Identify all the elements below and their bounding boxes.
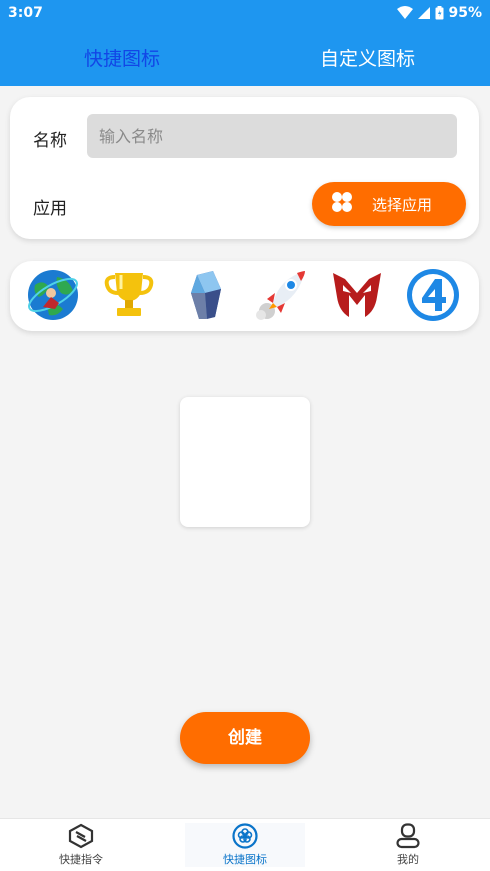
icon-picker	[10, 261, 479, 331]
select-app-button[interactable]: 选择应用	[312, 182, 466, 226]
shortcut-form-card: 名称 应用 选择应用	[10, 97, 479, 239]
status-bar: 3:07 95%	[0, 0, 490, 28]
status-icons: 95%	[397, 5, 482, 21]
status-time: 3:07	[8, 5, 43, 21]
nav-label-quick-icons: 快捷图标	[223, 853, 267, 866]
nav-item-quick-icons[interactable]: 快捷图标	[185, 823, 305, 867]
fantastic-four-icon[interactable]	[405, 267, 461, 323]
battery-percent: 95%	[448, 5, 482, 21]
top-tab-bar: 快捷图标 自定义图标	[0, 28, 490, 86]
signal-icon	[417, 6, 431, 20]
select-app-label: 选择应用	[372, 195, 433, 214]
app-grid-icon	[330, 190, 354, 218]
nav-item-mine[interactable]: 我的	[348, 823, 468, 867]
shortcut-icon	[21, 823, 141, 849]
globe-hero-icon[interactable]	[25, 267, 81, 323]
icon-preview	[180, 397, 310, 527]
tab-custom-icons[interactable]: 自定义图标	[320, 44, 415, 71]
profile-icon	[348, 823, 468, 849]
name-input[interactable]	[87, 114, 457, 158]
tab-quick-icons[interactable]: 快捷图标	[84, 44, 160, 71]
trophy-icon[interactable]	[101, 267, 157, 323]
crystal-icon[interactable]	[177, 267, 233, 323]
battery-icon	[435, 6, 444, 20]
app-label: 应用	[33, 199, 67, 219]
nav-label-shortcuts: 快捷指令	[59, 853, 103, 866]
bottom-nav: 快捷指令 快捷图标 我的	[0, 818, 490, 871]
nav-label-mine: 我的	[397, 853, 419, 866]
name-label: 名称	[33, 131, 67, 151]
nav-item-shortcuts[interactable]: 快捷指令	[21, 823, 141, 867]
mask-m-icon[interactable]	[329, 267, 385, 323]
rocket-icon[interactable]	[253, 267, 309, 323]
create-button[interactable]: 创建	[180, 712, 310, 764]
flower-icon	[185, 823, 305, 849]
wifi-icon	[397, 6, 414, 20]
